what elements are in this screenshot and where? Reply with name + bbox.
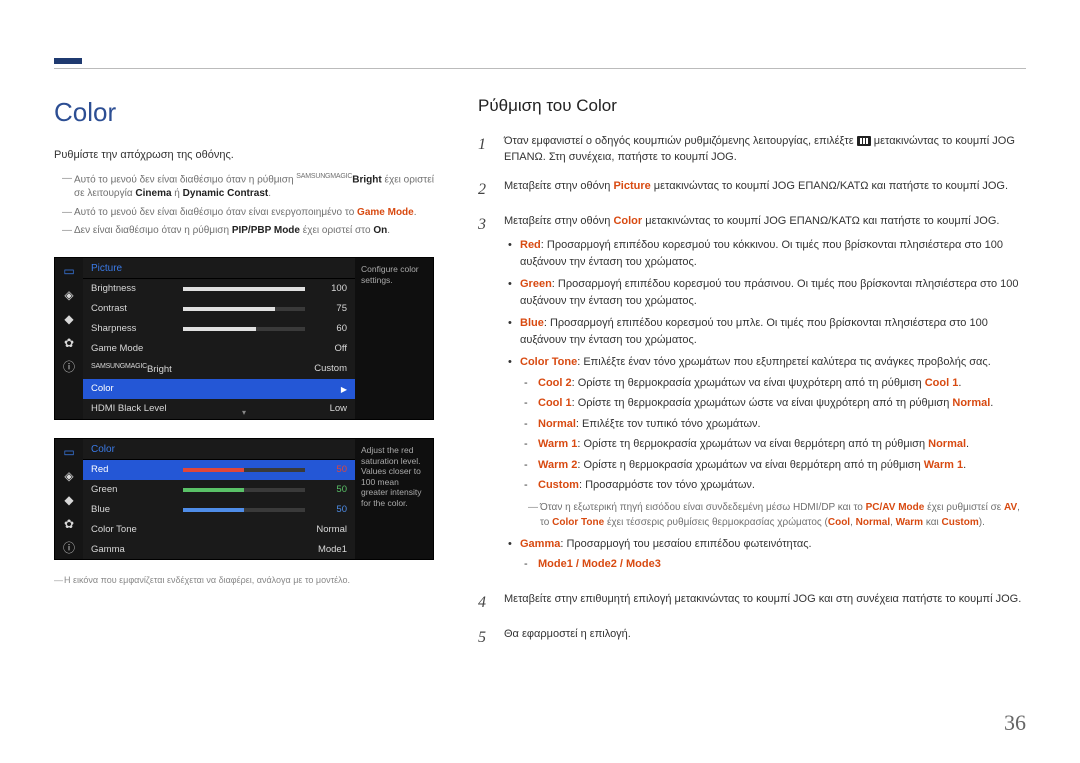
monitor-icon: ▭: [61, 264, 77, 280]
step-4: 4 Μεταβείτε στην επιθυμητή επιλογή μετακ…: [478, 591, 1026, 614]
chevron-down-icon: ▾: [183, 407, 305, 411]
monitor-icon: ▭: [61, 445, 77, 461]
slider: [183, 287, 305, 291]
header-rule: [54, 58, 1026, 68]
section-title: Color: [54, 94, 434, 132]
adjust-icon: ◆: [61, 312, 77, 328]
list-item: Normal: Επιλέξτε τον τυπικό τόνο χρωμάτω…: [524, 416, 1026, 433]
osd-row-color-selected: Color ▶: [83, 379, 355, 399]
step-5: 5 Θα εφαρμοστεί η επιλογή.: [478, 626, 1026, 649]
osd-row-gamemode: Game Mode Off: [83, 339, 355, 359]
page-number: 36: [1004, 707, 1026, 739]
list-item: Color Tone: Επιλέξτε έναν τόνο χρωμάτων …: [508, 354, 1026, 530]
osd-help-text: Adjust the red saturation level. Values …: [355, 439, 433, 559]
list-item: Green: Προσαρμογή επιπέδου κορεσμού του …: [508, 276, 1026, 309]
osd-picture: ▭ ◈ ◆ ✿ ⓘ Picture Brightness 100 Contras…: [54, 257, 434, 420]
osd-row-sharpness: Sharpness 60: [83, 319, 355, 339]
osd-row-contrast: Contrast 75: [83, 299, 355, 319]
osd-row-tone: Color Tone Normal: [83, 520, 355, 540]
osd-main: Color Red 50 Green 50 Blue 50 Colo: [83, 439, 355, 559]
list-item: Custom: Προσαρμόστε τον τόνο χρωμάτων.: [524, 477, 1026, 494]
adjust-icon: ◆: [61, 493, 77, 509]
note-magicbright: Αυτό το μενού δεν είναι διαθέσιμο όταν η…: [62, 172, 434, 202]
hdmi-note: Όταν η εξωτερική πηγή εισόδου είναι συνδ…: [528, 500, 1026, 530]
step-1: 1 Όταν εμφανιστεί ο οδηγός κουμπιών ρυθμ…: [478, 133, 1026, 166]
chevron-right-icon: ▶: [337, 384, 347, 396]
menu-icon: [857, 136, 871, 146]
list-item: Blue: Προσαρμογή επιπέδου κορεσμού του μ…: [508, 315, 1026, 348]
osd-sidebar: ▭ ◈ ◆ ✿ ⓘ: [55, 258, 83, 419]
list-item: Warm 2: Ορίστε η θερμοκρασία χρωμάτων να…: [524, 457, 1026, 474]
steps-list: 1 Όταν εμφανιστεί ο οδηγός κουμπιών ρυθμ…: [478, 133, 1026, 650]
osd-row-gamma: Gamma Mode1: [83, 540, 355, 560]
image-disclaimer: Η εικόνα που εμφανίζεται ενδέχεται να δι…: [54, 574, 434, 587]
osd-row-magicbright: SAMSUNGMAGICBright Custom: [83, 359, 355, 380]
osd-sidebar: ▭ ◈ ◆ ✿ ⓘ: [55, 439, 83, 559]
note-gamemode: Αυτό το μενού δεν είναι διαθέσιμο όταν ε…: [62, 206, 434, 221]
step-3: 3 Μεταβείτε στην οθόνη Color μετακινώντα…: [478, 213, 1026, 579]
osd-help-text: Configure color settings.: [355, 258, 433, 419]
list-item: Cool 2: Ορίστε τη θερμοκρασία χρωμάτων ν…: [524, 375, 1026, 392]
gamma-sublist: Mode1 / Mode2 / Mode3: [524, 556, 1026, 573]
settings-icon: ◈: [61, 288, 77, 304]
osd-color: ▭ ◈ ◆ ✿ ⓘ Color Red 50 Green 50: [54, 438, 434, 560]
lead-text: Ρυθμίστε την απόχρωση της οθόνης.: [54, 148, 434, 164]
right-column: Ρύθμιση του Color 1 Όταν εμφανιστεί ο οδ…: [478, 94, 1026, 723]
osd-row-brightness: Brightness 100: [83, 279, 355, 299]
tone-sublist: Cool 2: Ορίστε τη θερμοκρασία χρωμάτων ν…: [524, 375, 1026, 494]
gear-icon: ✿: [61, 517, 77, 533]
osd-row-hdmiblack: HDMI Black Level ▾ Low: [83, 399, 355, 419]
osd-main: Picture Brightness 100 Contrast 75 Sharp…: [83, 258, 355, 419]
list-item: Gamma: Προσαρμογή του μεσαίου επιπέδου φ…: [508, 536, 1026, 573]
page-body: Color Ρυθμίστε την απόχρωση της οθόνης. …: [54, 94, 1026, 723]
subsection-title: Ρύθμιση του Color: [478, 94, 1026, 119]
left-column: Color Ρυθμίστε την απόχρωση της οθόνης. …: [54, 94, 434, 723]
info-icon: ⓘ: [61, 541, 77, 557]
osd-row-green: Green 50: [83, 480, 355, 500]
gear-icon: ✿: [61, 336, 77, 352]
info-icon: ⓘ: [61, 360, 77, 376]
osd-header: Color: [83, 439, 355, 461]
step-2: 2 Μεταβείτε στην οθόνη Picture μετακινών…: [478, 178, 1026, 201]
color-options-list: Red: Προσαρμογή επιπέδου κορεσμού του κό…: [508, 237, 1026, 573]
list-item: Mode1 / Mode2 / Mode3: [524, 556, 1026, 573]
list-item: Warm 1: Ορίστε τη θερμοκρασία χρωμάτων ν…: [524, 436, 1026, 453]
osd-row-blue: Blue 50: [83, 500, 355, 520]
note-pip: Δεν είναι διαθέσιμο όταν η ρύθμιση PIP/P…: [62, 224, 434, 239]
osd-row-red-selected: Red 50: [83, 460, 355, 480]
list-item: Cool 1: Ορίστε τη θερμοκρασία χρωμάτων ώ…: [524, 395, 1026, 412]
list-item: Red: Προσαρμογή επιπέδου κορεσμού του κό…: [508, 237, 1026, 270]
settings-icon: ◈: [61, 469, 77, 485]
osd-header: Picture: [83, 258, 355, 280]
